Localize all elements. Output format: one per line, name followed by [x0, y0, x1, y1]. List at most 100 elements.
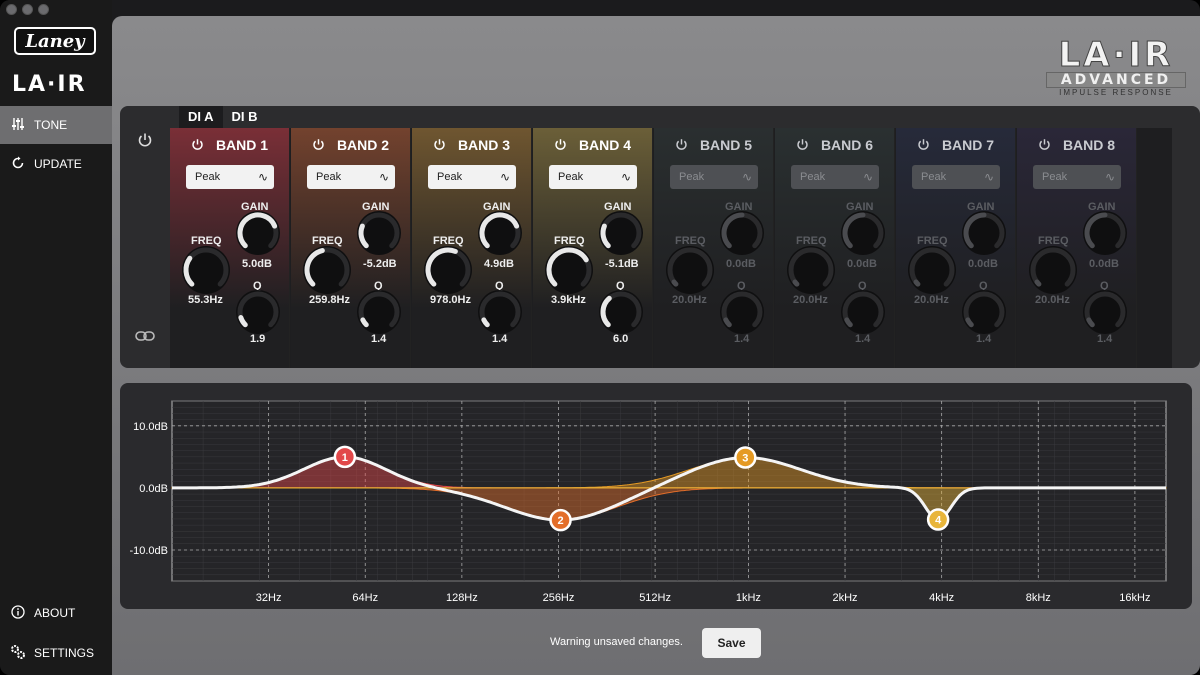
x-tick-label: 256Hz [543, 592, 575, 604]
filter-type-value: Peak [800, 171, 826, 183]
freq-knob[interactable] [1029, 246, 1077, 294]
brand-line2: IMPULSE RESPONSE [1059, 88, 1173, 97]
freq-knob[interactable] [545, 246, 593, 294]
freq-value: 20.0Hz [672, 294, 707, 306]
peak-filter-icon: ∿ [1104, 170, 1115, 184]
eq-response-chart[interactable]: 10.0dB 0.0dB -10.0dB 32Hz 64Hz 128Hz 256Hz 512H… [120, 383, 1192, 609]
nav-item-settings[interactable]: SETTINGS [0, 634, 112, 672]
filter-type-select[interactable]: Peak ∿ [549, 165, 637, 189]
freq-knob[interactable] [908, 246, 956, 294]
band-power-toggle[interactable] [191, 137, 204, 153]
band-name: BAND 1 [215, 137, 269, 153]
filter-type-select[interactable]: Peak ∿ [791, 165, 879, 189]
gain-value: -5.2dB [363, 258, 397, 270]
freq-knob[interactable] [182, 246, 230, 294]
q-knob[interactable] [357, 290, 401, 334]
eq-power-button[interactable] [137, 132, 153, 153]
nav-item-tone[interactable]: TONE [0, 106, 112, 144]
freq-value: 20.0Hz [1035, 294, 1070, 306]
x-tick-label: 4kHz [929, 592, 954, 604]
gain-knob[interactable] [962, 211, 1006, 255]
gain-knob[interactable] [357, 211, 401, 255]
filter-type-select[interactable]: Peak ∿ [670, 165, 758, 189]
band-power-toggle[interactable] [917, 137, 930, 153]
x-tick-label: 512Hz [639, 592, 671, 604]
band-header: BAND 4 [533, 137, 652, 153]
nav-item-tone-label: TONE [34, 118, 68, 132]
filter-type-select[interactable]: Peak ∿ [307, 165, 395, 189]
freq-knob[interactable] [303, 246, 351, 294]
laney-logo-text: Laney [25, 30, 85, 52]
band-name: BAND 6 [820, 137, 874, 153]
save-button[interactable]: Save [702, 628, 761, 658]
sliders-icon [10, 117, 26, 134]
tab-di-b[interactable]: DI B [223, 106, 267, 128]
close-window-button[interactable] [6, 4, 17, 15]
band-6: BAND 6 Peak ∿ GAIN FREQ 0.0dB Q 20.0Hz 1.… [775, 128, 895, 368]
band-power-toggle[interactable] [433, 137, 446, 153]
gain-knob[interactable] [720, 211, 764, 255]
freq-knob[interactable] [787, 246, 835, 294]
filter-type-value: Peak [195, 171, 221, 183]
band-power-toggle[interactable] [312, 137, 325, 153]
gain-value: 0.0dB [968, 258, 998, 270]
gain-value: 0.0dB [847, 258, 877, 270]
q-value: 1.4 [371, 333, 387, 345]
gain-knob[interactable] [1083, 211, 1127, 255]
q-knob[interactable] [599, 290, 643, 334]
filter-type-select[interactable]: Peak ∿ [912, 165, 1000, 189]
q-knob[interactable] [1083, 290, 1127, 334]
minimize-window-button[interactable] [22, 4, 33, 15]
freq-value: 20.0Hz [793, 294, 828, 306]
band-header: BAND 6 [775, 137, 894, 153]
y-tick-label: 0.0dB [139, 483, 168, 495]
filter-type-value: Peak [921, 171, 947, 183]
filter-type-select[interactable]: Peak ∿ [1033, 165, 1121, 189]
lair-logo: LA·IR [12, 72, 87, 97]
info-icon [10, 604, 26, 622]
gain-knob[interactable] [236, 211, 280, 255]
peak-filter-icon: ∿ [378, 170, 389, 184]
link-bands-button[interactable] [135, 329, 155, 345]
freq-value: 20.0Hz [914, 294, 949, 306]
freq-knob[interactable] [666, 246, 714, 294]
filter-type-select[interactable]: Peak ∿ [186, 165, 274, 189]
lair-logo-text: LA·IR [12, 72, 87, 97]
di-tabs: DI A DI B [179, 106, 267, 128]
q-knob[interactable] [720, 290, 764, 334]
filter-type-select[interactable]: Peak ∿ [428, 165, 516, 189]
q-knob[interactable] [841, 290, 885, 334]
x-tick-label: 16kHz [1119, 592, 1150, 604]
band-power-toggle[interactable] [554, 137, 567, 153]
power-icon [313, 139, 324, 150]
band-name: BAND 5 [699, 137, 753, 153]
band-header: BAND 8 [1017, 137, 1136, 153]
lair-advanced-logo: LA·IR ADVANCED IMPULSE RESPONSE [1046, 38, 1186, 97]
band-power-toggle[interactable] [1038, 137, 1051, 153]
main-content: LA·IR ADVANCED IMPULSE RESPONSE DI A DI … [112, 16, 1200, 675]
gain-knob[interactable] [841, 211, 885, 255]
power-icon [918, 139, 929, 150]
peak-filter-icon: ∿ [620, 170, 631, 184]
band-power-toggle[interactable] [796, 137, 809, 153]
nav-item-settings-label: SETTINGS [34, 646, 95, 660]
band-power-toggle[interactable] [675, 137, 688, 153]
nav-item-update-label: UPDATE [34, 157, 82, 171]
gain-knob[interactable] [599, 211, 643, 255]
freq-knob[interactable] [424, 246, 472, 294]
nav-item-update[interactable]: UPDATE [0, 145, 112, 183]
band-1: BAND 1 Peak ∿ GAIN FREQ 5.0dB Q 55.3Hz 1.… [170, 128, 290, 368]
band-header: BAND 1 [170, 137, 289, 153]
peak-filter-icon: ∿ [257, 170, 268, 184]
nav-item-about[interactable]: ABOUT [0, 594, 112, 632]
band-name: BAND 3 [457, 137, 511, 153]
filter-type-value: Peak [437, 171, 463, 183]
q-knob[interactable] [962, 290, 1006, 334]
tab-di-a[interactable]: DI A [179, 106, 223, 128]
q-knob[interactable] [478, 290, 522, 334]
gain-knob[interactable] [478, 211, 522, 255]
q-knob[interactable] [236, 290, 280, 334]
zoom-window-button[interactable] [38, 4, 49, 15]
peak-filter-icon: ∿ [741, 170, 752, 184]
power-icon [555, 139, 566, 150]
